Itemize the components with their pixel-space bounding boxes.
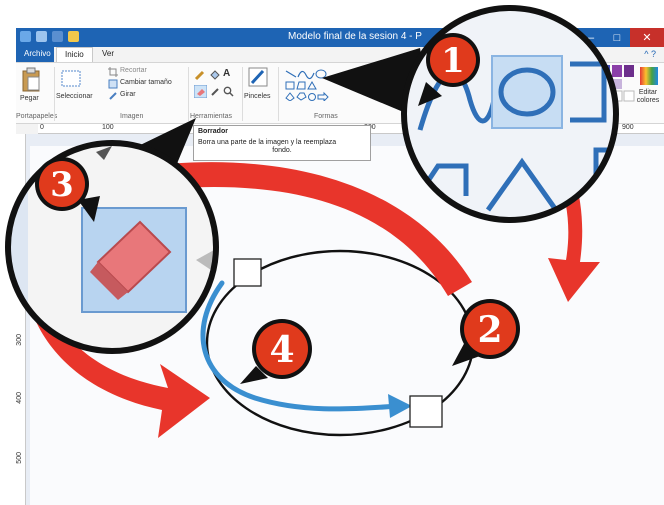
tooltip-body: Borra una parte de la imagen y la reempl… [198,139,337,146]
step-number-2: 2 [477,309,502,351]
step-badge-4: 4 [240,319,312,384]
step-number-3: 3 [50,165,74,205]
tooltip-body-tail: fondo. [272,147,292,154]
eraser-tooltip: Borrador Borra una parte de la imagen y … [193,125,371,161]
selection-handle-end[interactable] [409,395,443,428]
eraser-path-arrowhead [388,394,412,418]
annotation-overlay: 1 2 3 4 [5,5,619,438]
step-number-4: 4 [269,329,294,371]
step-number-1: 1 [441,41,465,81]
selection-handle-start[interactable] [233,258,262,287]
tooltip-title: Borrador [198,128,228,135]
step-badge-2: 2 [452,299,520,366]
